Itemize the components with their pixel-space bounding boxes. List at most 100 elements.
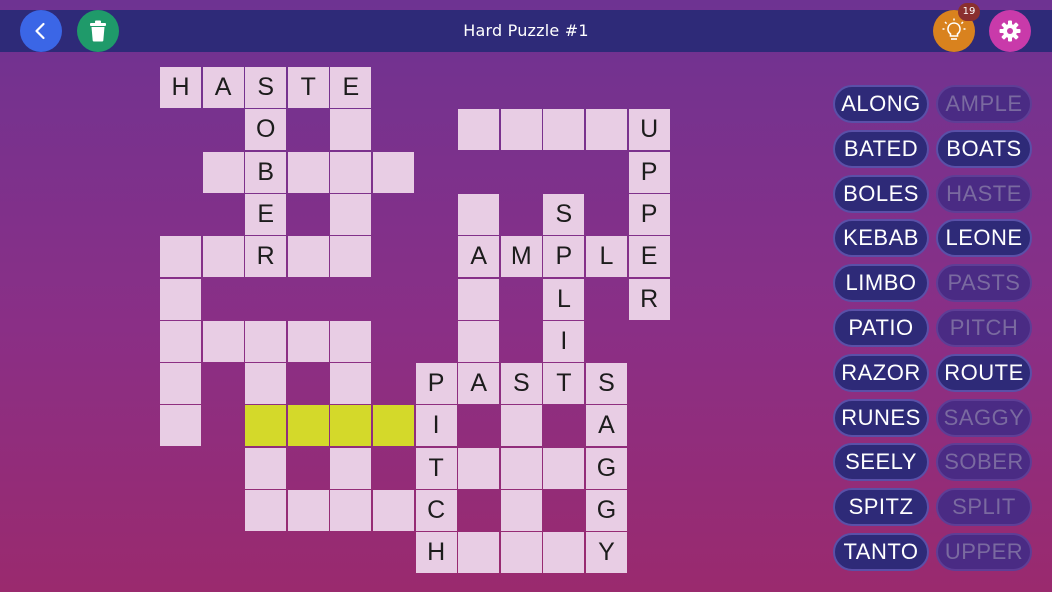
gear-icon [999, 20, 1021, 42]
grid-cell[interactable] [543, 532, 585, 574]
grid-cell[interactable] [160, 320, 201, 362]
grid-cell[interactable]: H [415, 532, 457, 574]
grid-cell[interactable] [245, 320, 287, 362]
grid-cell[interactable]: P [543, 236, 585, 278]
grid-cell[interactable]: T [543, 363, 585, 405]
grid-cell[interactable]: E [245, 193, 287, 235]
grid-cell[interactable] [160, 363, 201, 405]
grid-cell[interactable]: P [415, 363, 457, 405]
highlighted-grid-cell[interactable] [287, 405, 329, 447]
grid-cell[interactable]: S [500, 363, 542, 405]
word-pill: SOBER [936, 443, 1032, 482]
back-button[interactable] [20, 10, 62, 52]
grid-cell[interactable] [287, 490, 329, 531]
settings-button[interactable] [989, 10, 1031, 52]
clear-button[interactable] [77, 10, 119, 52]
grid-cell[interactable] [160, 278, 201, 320]
word-pill: TANTO [833, 533, 929, 571]
grid-cell[interactable] [543, 109, 585, 151]
grid-cell[interactable]: S [245, 67, 287, 108]
word-pill: RAZOR [833, 353, 929, 392]
word-pill: BOLES [833, 174, 929, 213]
word-pill: PITCH [936, 309, 1032, 347]
grid-cell[interactable] [330, 151, 372, 193]
grid-cell[interactable] [160, 236, 201, 278]
grid-cell[interactable] [330, 320, 372, 362]
word-pill: SAGGY [936, 398, 1032, 437]
grid-cell[interactable] [458, 278, 500, 320]
grid-cell[interactable] [245, 363, 287, 405]
grid-cell[interactable]: R [245, 236, 287, 278]
top-bar: Hard Puzzle #1 [0, 10, 1052, 52]
grid-cell[interactable] [330, 447, 372, 489]
grid-cell[interactable] [458, 109, 500, 151]
grid-cell[interactable]: H [160, 67, 201, 108]
grid-cell[interactable]: T [415, 447, 457, 489]
grid-cell[interactable]: C [415, 490, 457, 531]
grid-cell[interactable] [330, 109, 372, 151]
grid-cell[interactable] [160, 405, 201, 447]
grid-cell[interactable]: P [628, 193, 670, 235]
grid-cell[interactable] [287, 320, 329, 362]
grid-cell[interactable] [202, 236, 244, 278]
word-pill: PASTS [936, 264, 1032, 303]
grid-cell[interactable] [543, 447, 585, 489]
word-pill: RUNES [833, 398, 929, 437]
grid-cell[interactable]: U [628, 109, 670, 151]
grid-cell[interactable]: A [586, 405, 627, 447]
page-title: Hard Puzzle #1 [463, 21, 589, 40]
grid-cell[interactable]: R [628, 278, 670, 320]
grid-cell[interactable]: E [330, 67, 372, 108]
grid-cell[interactable]: G [586, 490, 627, 531]
grid-cell[interactable] [373, 151, 414, 193]
highlighted-grid-cell[interactable] [245, 405, 287, 447]
trash-icon [90, 20, 106, 42]
grid-cell[interactable] [330, 490, 372, 531]
grid-cell[interactable] [373, 490, 414, 531]
grid-cell[interactable] [500, 405, 542, 447]
grid-cell[interactable] [458, 447, 500, 489]
grid-cell[interactable]: M [500, 236, 542, 278]
grid-cell[interactable] [330, 363, 372, 405]
grid-cell[interactable]: I [415, 405, 457, 447]
grid-cell[interactable]: O [245, 109, 287, 151]
grid-cell[interactable]: A [202, 67, 244, 108]
grid-cell[interactable]: B [245, 151, 287, 193]
grid-cell[interactable] [245, 490, 287, 531]
grid-cell[interactable]: E [628, 236, 670, 278]
grid-cell[interactable]: A [458, 236, 500, 278]
highlighted-grid-cell[interactable] [373, 405, 414, 447]
grid-cell[interactable] [500, 532, 542, 574]
grid-cell[interactable] [202, 151, 244, 193]
word-pill: UPPER [936, 533, 1032, 571]
grid-cell[interactable]: S [586, 363, 627, 405]
grid-cell[interactable] [500, 447, 542, 489]
grid-cell[interactable]: Y [586, 532, 627, 574]
grid-cell[interactable] [330, 193, 372, 235]
grid-cell[interactable]: L [586, 236, 627, 278]
grid-cell[interactable]: G [586, 447, 627, 489]
grid-cell[interactable] [330, 236, 372, 278]
word-pill: SEELY [833, 443, 929, 482]
grid-cell[interactable] [500, 109, 542, 151]
grid-cell[interactable] [287, 236, 329, 278]
chevron-left-icon [35, 22, 45, 40]
grid-cell[interactable] [458, 193, 500, 235]
grid-cell[interactable] [245, 447, 287, 489]
grid-cell[interactable]: I [543, 320, 585, 362]
grid-cell[interactable] [202, 320, 244, 362]
highlighted-grid-cell[interactable] [330, 405, 372, 447]
grid-cell[interactable] [586, 109, 627, 151]
grid-cell[interactable]: P [628, 151, 670, 193]
word-pill: PATIO [833, 309, 929, 347]
grid-cell[interactable]: T [287, 67, 329, 108]
lightbulb-icon [942, 18, 966, 40]
grid-cell[interactable] [458, 320, 500, 362]
grid-cell[interactable] [287, 151, 329, 193]
grid-cell[interactable]: L [543, 278, 585, 320]
grid-cell[interactable]: A [458, 363, 500, 405]
word-pill: LIMBO [833, 264, 929, 303]
grid-cell[interactable]: S [543, 193, 585, 235]
grid-cell[interactable] [458, 532, 500, 574]
grid-cell[interactable] [500, 490, 542, 531]
